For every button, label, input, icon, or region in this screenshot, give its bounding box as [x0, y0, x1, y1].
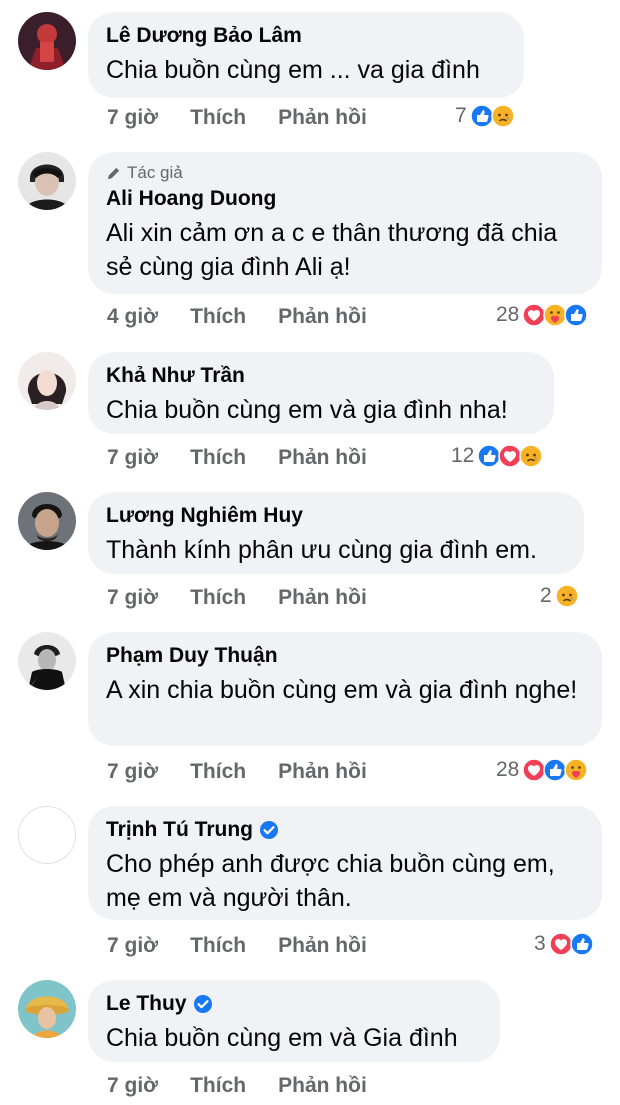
comment-bubble: Lương Nghiêm Huy Thành kính phân ưu cùng…	[88, 492, 584, 574]
sad-icon	[490, 104, 515, 128]
comment-author[interactable]: Lê Dương Bảo Lâm	[106, 23, 504, 49]
like-button[interactable]: Thích	[190, 305, 246, 329]
like-button[interactable]: Thích	[190, 1074, 246, 1098]
like-button[interactable]: Thích	[190, 446, 246, 470]
like-button[interactable]: Thích	[190, 760, 246, 784]
comment-author[interactable]: Ali Hoang Duong	[106, 186, 582, 212]
author-badge: Tác giả	[106, 163, 582, 183]
like-button[interactable]: Thích	[190, 934, 246, 958]
comment-bubble: Lê Dương Bảo Lâm Chia buồn cùng em ... v…	[88, 12, 524, 98]
comment-actions: 7 giờ Thích Phản hồi	[107, 106, 399, 130]
comment-bubble: Khả Như Trần Chia buồn cùng em và gia đì…	[88, 352, 554, 434]
author-badge-label: Tác giả	[127, 163, 183, 182]
reply-button[interactable]: Phản hồi	[278, 760, 367, 784]
reaction-count: 7	[455, 104, 467, 127]
comment-actions: 7 giờ Thích Phản hồi	[107, 760, 399, 784]
reaction-summary[interactable]: 28	[496, 758, 589, 782]
comment-text: A xin chia buồn cùng em và gia đình nghe…	[106, 676, 578, 704]
comment-bubble: Le Thuy Chia buồn cùng em và Gia đình	[88, 980, 500, 1062]
reply-button[interactable]: Phản hồi	[278, 106, 367, 130]
reply-button[interactable]: Phản hồi	[278, 305, 367, 329]
avatar[interactable]	[18, 632, 76, 690]
avatar[interactable]	[18, 806, 76, 864]
reply-button[interactable]: Phản hồi	[278, 1074, 367, 1098]
avatar[interactable]	[18, 492, 76, 550]
verified-badge-icon	[193, 994, 213, 1014]
sad-icon	[519, 444, 544, 468]
like-icon	[569, 932, 594, 956]
comment-bubble: Tác giả Ali Hoang Duong Ali xin cảm ơn a…	[88, 152, 602, 294]
comment-text: Ali xin cảm ơn a c e thân thương đã chia…	[106, 219, 558, 281]
comment-time[interactable]: 7 giờ	[107, 760, 158, 784]
care-icon	[564, 758, 589, 782]
reply-button[interactable]: Phản hồi	[278, 446, 367, 470]
comment-time[interactable]: 7 giờ	[107, 586, 158, 610]
like-button[interactable]: Thích	[190, 586, 246, 610]
avatar[interactable]	[18, 12, 76, 70]
comment-actions: 7 giờ Thích Phản hồi	[107, 1074, 399, 1098]
reaction-count: 28	[496, 303, 520, 326]
avatar[interactable]	[18, 152, 76, 210]
comment-author[interactable]: Lương Nghiêm Huy	[106, 503, 564, 529]
comment-actions: 7 giờ Thích Phản hồi	[107, 586, 399, 610]
pencil-icon	[107, 167, 120, 179]
like-button[interactable]: Thích	[190, 106, 246, 130]
comment-bubble: Trịnh Tú Trung Cho phép anh được chia bu…	[88, 806, 602, 920]
reply-button[interactable]: Phản hồi	[278, 586, 367, 610]
comment-author[interactable]: Phạm Duy Thuận	[106, 643, 582, 669]
comment-time[interactable]: 7 giờ	[107, 446, 158, 470]
comment-actions: 4 giờ Thích Phản hồi	[107, 305, 399, 329]
avatar[interactable]	[18, 352, 76, 410]
reaction-summary[interactable]: 2	[540, 584, 579, 608]
reaction-summary[interactable]: 7	[455, 104, 515, 128]
comment-text: Chia buồn cùng em và Gia đình	[106, 1024, 458, 1052]
comment-actions: 7 giờ Thích Phản hồi	[107, 446, 399, 470]
verified-badge-icon	[259, 820, 279, 840]
reaction-count: 2	[540, 584, 552, 607]
comment-author[interactable]: Khả Như Trần	[106, 363, 534, 389]
reaction-count: 3	[534, 932, 546, 955]
comment-time[interactable]: 7 giờ	[107, 106, 158, 130]
reaction-summary[interactable]: 28	[496, 303, 589, 327]
comment-text: Cho phép anh được chia buồn cùng em, mẹ …	[106, 850, 555, 912]
comment-time[interactable]: 7 giờ	[107, 1074, 158, 1098]
avatar[interactable]	[18, 980, 76, 1038]
comment-text: Chia buồn cùng em và gia đình nha!	[106, 396, 508, 424]
like-icon	[564, 303, 589, 327]
reaction-count: 12	[451, 444, 475, 467]
comment-author[interactable]: Trịnh Tú Trung	[106, 817, 582, 843]
comment-text: Chia buồn cùng em ... va gia đình	[106, 56, 480, 84]
reaction-count: 28	[496, 758, 520, 781]
comment-time[interactable]: 4 giờ	[107, 305, 158, 329]
reaction-summary[interactable]: 3	[534, 932, 594, 956]
reaction-summary[interactable]: 12	[451, 444, 544, 468]
reply-button[interactable]: Phản hồi	[278, 934, 367, 958]
comment-text: Thành kính phân ưu cùng gia đình em.	[106, 536, 537, 564]
comment-time[interactable]: 7 giờ	[107, 934, 158, 958]
sad-icon	[554, 584, 579, 608]
comment-bubble: Phạm Duy Thuận A xin chia buồn cùng em v…	[88, 632, 602, 746]
comment-author[interactable]: Le Thuy	[106, 991, 480, 1017]
comment-actions: 7 giờ Thích Phản hồi	[107, 934, 399, 958]
